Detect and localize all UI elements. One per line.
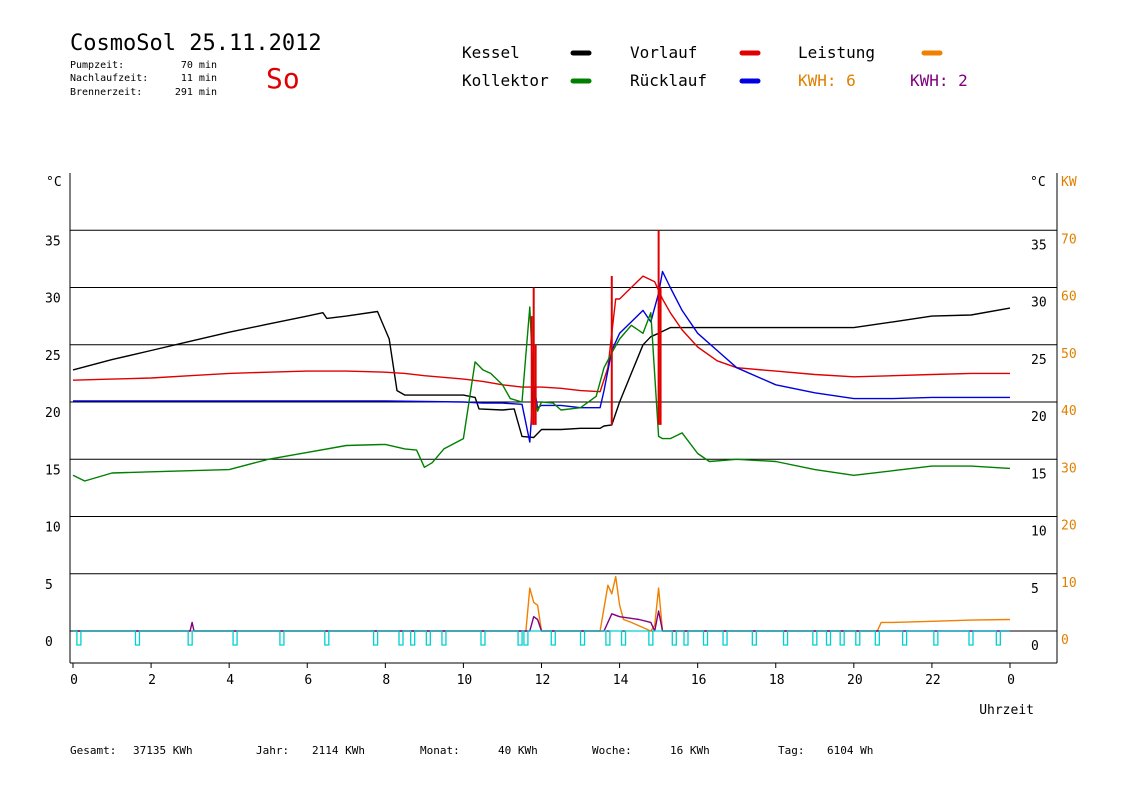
kw-axis-unit: KW	[1061, 175, 1077, 190]
kw-tick-label-20: 20	[1061, 519, 1077, 534]
right-tick-label-15: 15	[1031, 467, 1047, 482]
legend-label-leistung: Leistung	[798, 43, 875, 62]
footer-label-gesamt: Gesamt:	[70, 744, 116, 757]
right-tick-label-20: 20	[1031, 410, 1047, 425]
legend-label-vorlauf: Vorlauf	[630, 43, 697, 62]
footer-stats: Gesamt: 37135 KWh Jahr: 2114 KWh Monat: …	[70, 744, 873, 757]
x-tick-label-0: 0	[70, 673, 78, 688]
left-tick-label-30: 30	[45, 292, 61, 307]
legend: Kessel Kollektor Vorlauf Rücklauf Leistu…	[462, 43, 968, 90]
info-label-brennerzeit: Brennerzeit:	[70, 87, 142, 98]
right-axis-unit: °C	[1030, 175, 1046, 190]
right-tick-label-25: 25	[1031, 353, 1047, 368]
left-tick-label-5: 5	[45, 578, 53, 593]
x-tick-label-10: 10	[457, 673, 473, 688]
right-tick-label-30: 30	[1031, 296, 1047, 311]
kw-tick-label-50: 50	[1061, 347, 1077, 362]
legend-label-kessel: Kessel	[462, 43, 520, 62]
x-tick-label-18: 18	[769, 673, 785, 688]
chart-title: CosmoSol 25.11.2012	[70, 31, 322, 56]
legend-kwh-total: KWH: 6	[798, 71, 856, 90]
legend-label-kollektor: Kollektor	[462, 71, 549, 90]
left-tick-label-20: 20	[45, 406, 61, 421]
footer-label-woche: Woche:	[592, 744, 632, 757]
series-line-vorlauf-1	[72, 275, 1010, 393]
info-label-nachlaufzeit: Nachlaufzeit:	[70, 73, 148, 84]
footer-label-monat: Monat:	[420, 744, 460, 757]
legend-kwh-solar: KWH: 2	[910, 71, 968, 90]
series-layer	[72, 230, 1011, 632]
x-tick-label-24: 0	[1007, 673, 1015, 688]
left-tick-label-35: 35	[45, 234, 61, 249]
x-tick-label-14: 14	[613, 673, 629, 688]
left-axis-unit: °C	[46, 175, 62, 190]
series-line-kessel-0	[72, 307, 1011, 439]
info-value-brennerzeit: 291 min	[175, 87, 217, 98]
footer-label-jahr: Jahr:	[256, 744, 289, 757]
x-tick-label-2: 2	[148, 673, 156, 688]
x-tick-label-20: 20	[847, 673, 863, 688]
footer-label-tag: Tag:	[778, 744, 805, 757]
left-tick-label-25: 25	[45, 349, 61, 364]
x-tick-label-16: 16	[691, 673, 707, 688]
x-tick-label-12: 12	[535, 673, 551, 688]
right-tick-label-5: 5	[1031, 582, 1039, 597]
footer-value-jahr: 2114 KWh	[312, 744, 365, 757]
footer-value-woche: 16 KWh	[670, 744, 710, 757]
footer-value-gesamt: 37135 KWh	[133, 744, 193, 757]
pump-pulse-trace	[73, 630, 1010, 646]
left-tick-label-10: 10	[45, 521, 61, 536]
info-value-nachlaufzeit: 11 min	[181, 73, 217, 84]
right-tick-label-0: 0	[1031, 639, 1039, 654]
series-line-leistung-4	[73, 575, 1011, 632]
x-tick-label-6: 6	[304, 673, 312, 688]
left-tick-label-15: 15	[45, 463, 61, 478]
legend-label-ruecklauf: Rücklauf	[630, 71, 707, 90]
x-tick-label-4: 4	[226, 673, 234, 688]
series-line-kollektor-3	[72, 306, 1011, 482]
day-label: So	[266, 62, 300, 95]
kw-tick-label-40: 40	[1061, 404, 1077, 419]
grid	[70, 229, 1057, 632]
info-label-pumpzeit: Pumpzeit:	[70, 60, 124, 71]
x-tick-label-22: 22	[925, 673, 941, 688]
y-ticks: 0 0 0 5 5 10 10 10 20 15 15 30 20 20 40 25 25 50 30 30 60 35 3…	[45, 232, 1077, 654]
info-value-pumpzeit: 70 min	[181, 60, 217, 71]
series-line-r-cklauf-2	[73, 270, 1010, 443]
kw-tick-label-30: 30	[1061, 461, 1077, 476]
x-ticks: 0 2 4 6 8 10 12 14 16 18 20 22 0	[70, 663, 1015, 688]
footer-value-monat: 40 KWh	[498, 744, 538, 757]
kw-tick-label-0: 0	[1061, 633, 1069, 648]
right-tick-label-35: 35	[1031, 238, 1047, 253]
x-axis-label: Uhrzeit	[979, 703, 1034, 718]
x-tick-label-8: 8	[382, 673, 390, 688]
chart-canvas: CosmoSol 25.11.2012 So Pumpzeit: 70 min …	[45, 31, 1077, 757]
pump-pulses	[73, 630, 1010, 646]
kw-tick-label-70: 70	[1061, 232, 1077, 247]
footer-value-tag: 6104 Wh	[827, 744, 873, 757]
kw-tick-label-10: 10	[1061, 576, 1077, 591]
right-tick-label-10: 10	[1031, 525, 1047, 540]
kw-tick-label-60: 60	[1061, 290, 1077, 305]
left-tick-label-0: 0	[45, 635, 53, 650]
